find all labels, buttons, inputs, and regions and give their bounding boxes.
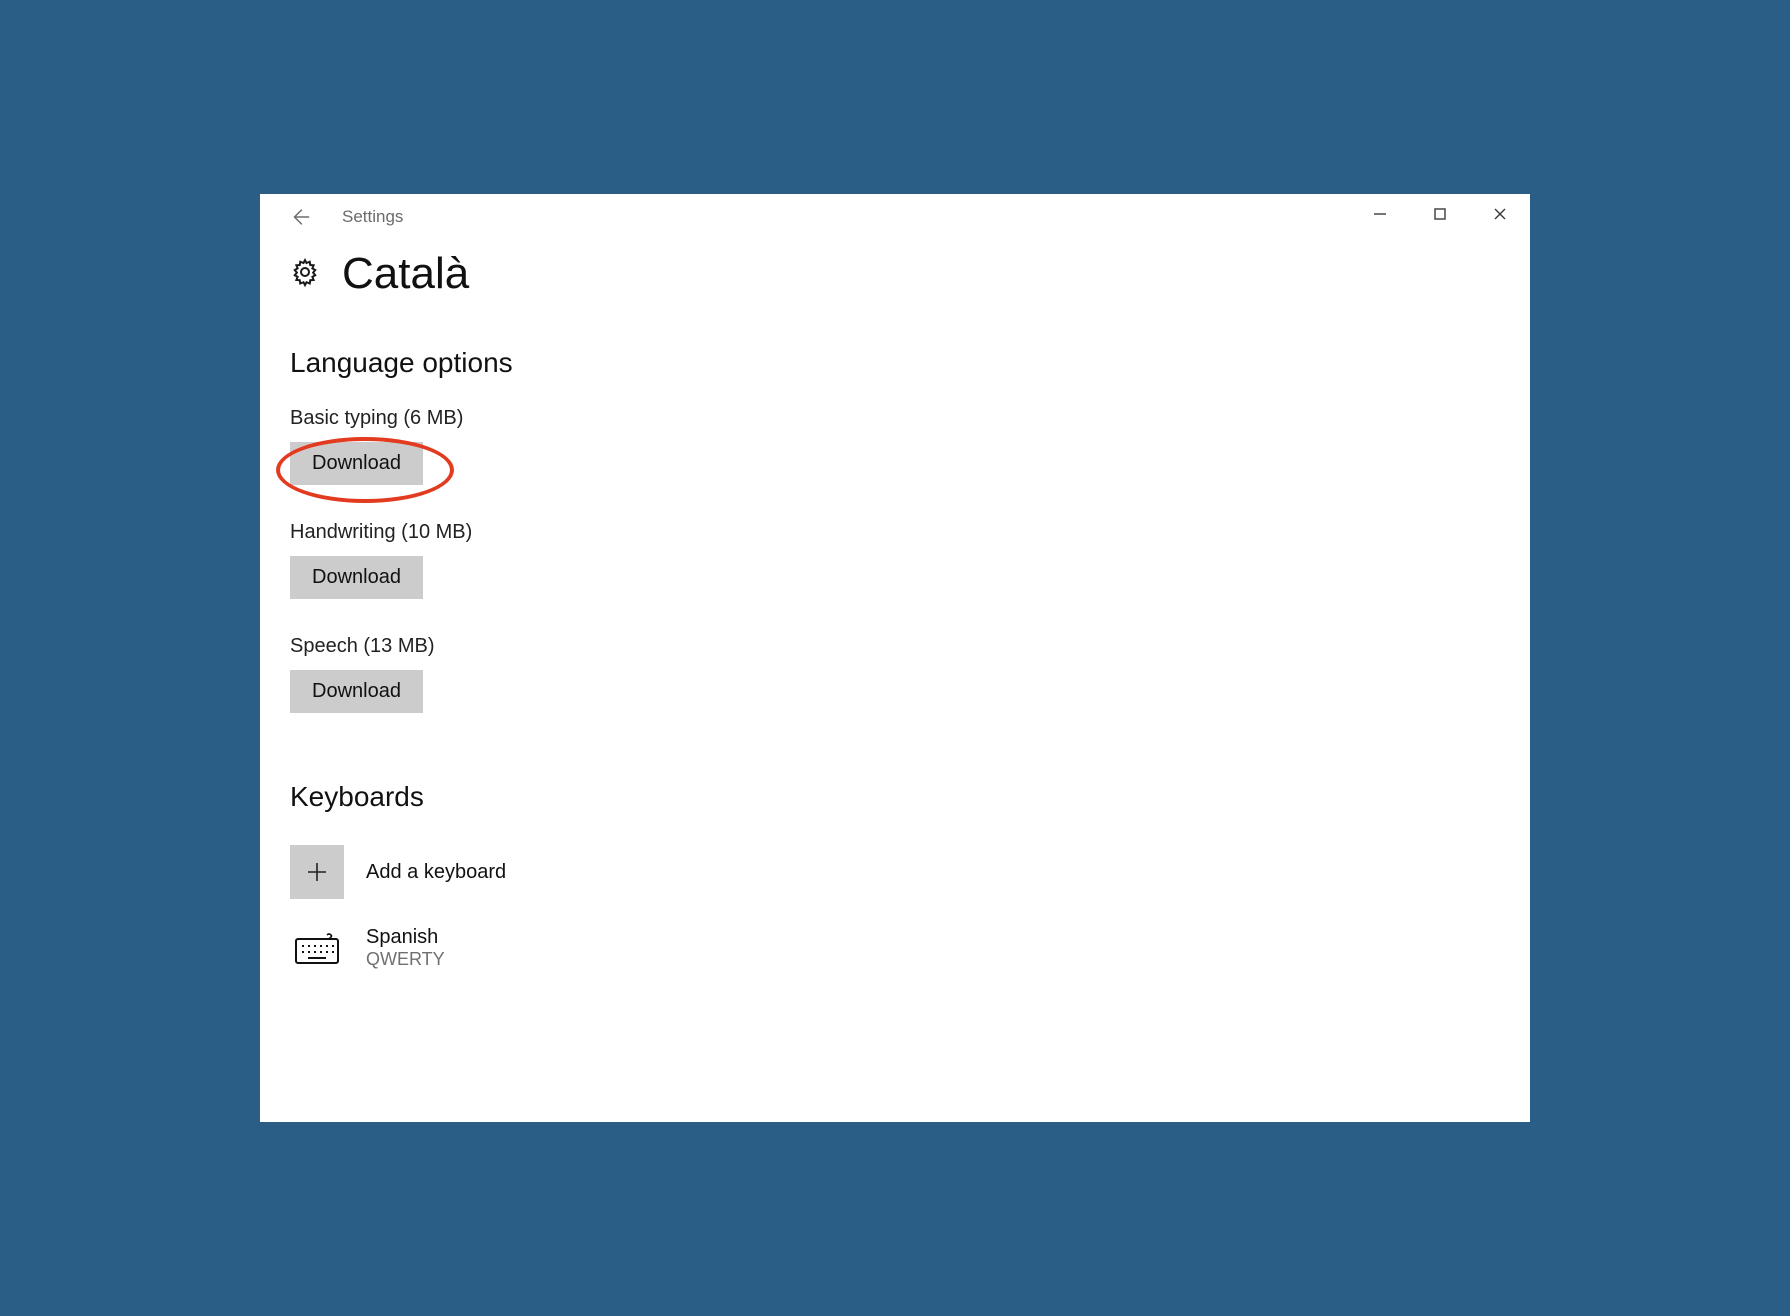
plus-icon — [305, 860, 329, 884]
back-button[interactable] — [280, 197, 320, 237]
language-options-heading: Language options — [290, 347, 1500, 379]
download-handwriting-button[interactable]: Download — [290, 556, 423, 599]
maximize-icon — [1433, 207, 1447, 221]
keyboard-layout: QWERTY — [366, 949, 445, 971]
option-label: Basic typing (6 MB) — [290, 407, 1500, 430]
keyboard-icon — [290, 921, 344, 975]
minimize-icon — [1373, 207, 1387, 221]
option-speech: Speech (13 MB) Download — [290, 635, 1500, 713]
keyboards-heading: Keyboards — [290, 781, 1500, 813]
option-handwriting: Handwriting (10 MB) Download — [290, 521, 1500, 599]
keyboard-name: Spanish — [366, 925, 445, 949]
gear-icon — [290, 257, 320, 292]
page-title: Català — [342, 249, 469, 299]
option-label: Speech (13 MB) — [290, 635, 1500, 658]
content-area: Català Language options Basic typing (6 … — [260, 239, 1530, 1122]
back-arrow-icon — [289, 206, 311, 228]
add-keyboard-label: Add a keyboard — [366, 861, 506, 884]
keyboard-item-spanish[interactable]: Spanish QWERTY — [290, 921, 1500, 975]
window-controls — [1350, 194, 1530, 234]
page-heading-row: Català — [290, 249, 1500, 299]
close-button[interactable] — [1470, 194, 1530, 234]
keyboard-text: Spanish QWERTY — [366, 925, 445, 971]
option-label: Handwriting (10 MB) — [290, 521, 1500, 544]
option-basic-typing: Basic typing (6 MB) Download — [290, 407, 1500, 485]
download-speech-button[interactable]: Download — [290, 670, 423, 713]
add-keyboard-row[interactable]: Add a keyboard — [290, 845, 1500, 899]
close-icon — [1493, 207, 1507, 221]
minimize-button[interactable] — [1350, 194, 1410, 234]
maximize-button[interactable] — [1410, 194, 1470, 234]
settings-window: Settings — [260, 194, 1530, 1122]
add-keyboard-button[interactable] — [290, 845, 344, 899]
titlebar: Settings — [260, 194, 1530, 239]
app-title: Settings — [342, 207, 403, 227]
download-basic-typing-button[interactable]: Download — [290, 442, 423, 485]
